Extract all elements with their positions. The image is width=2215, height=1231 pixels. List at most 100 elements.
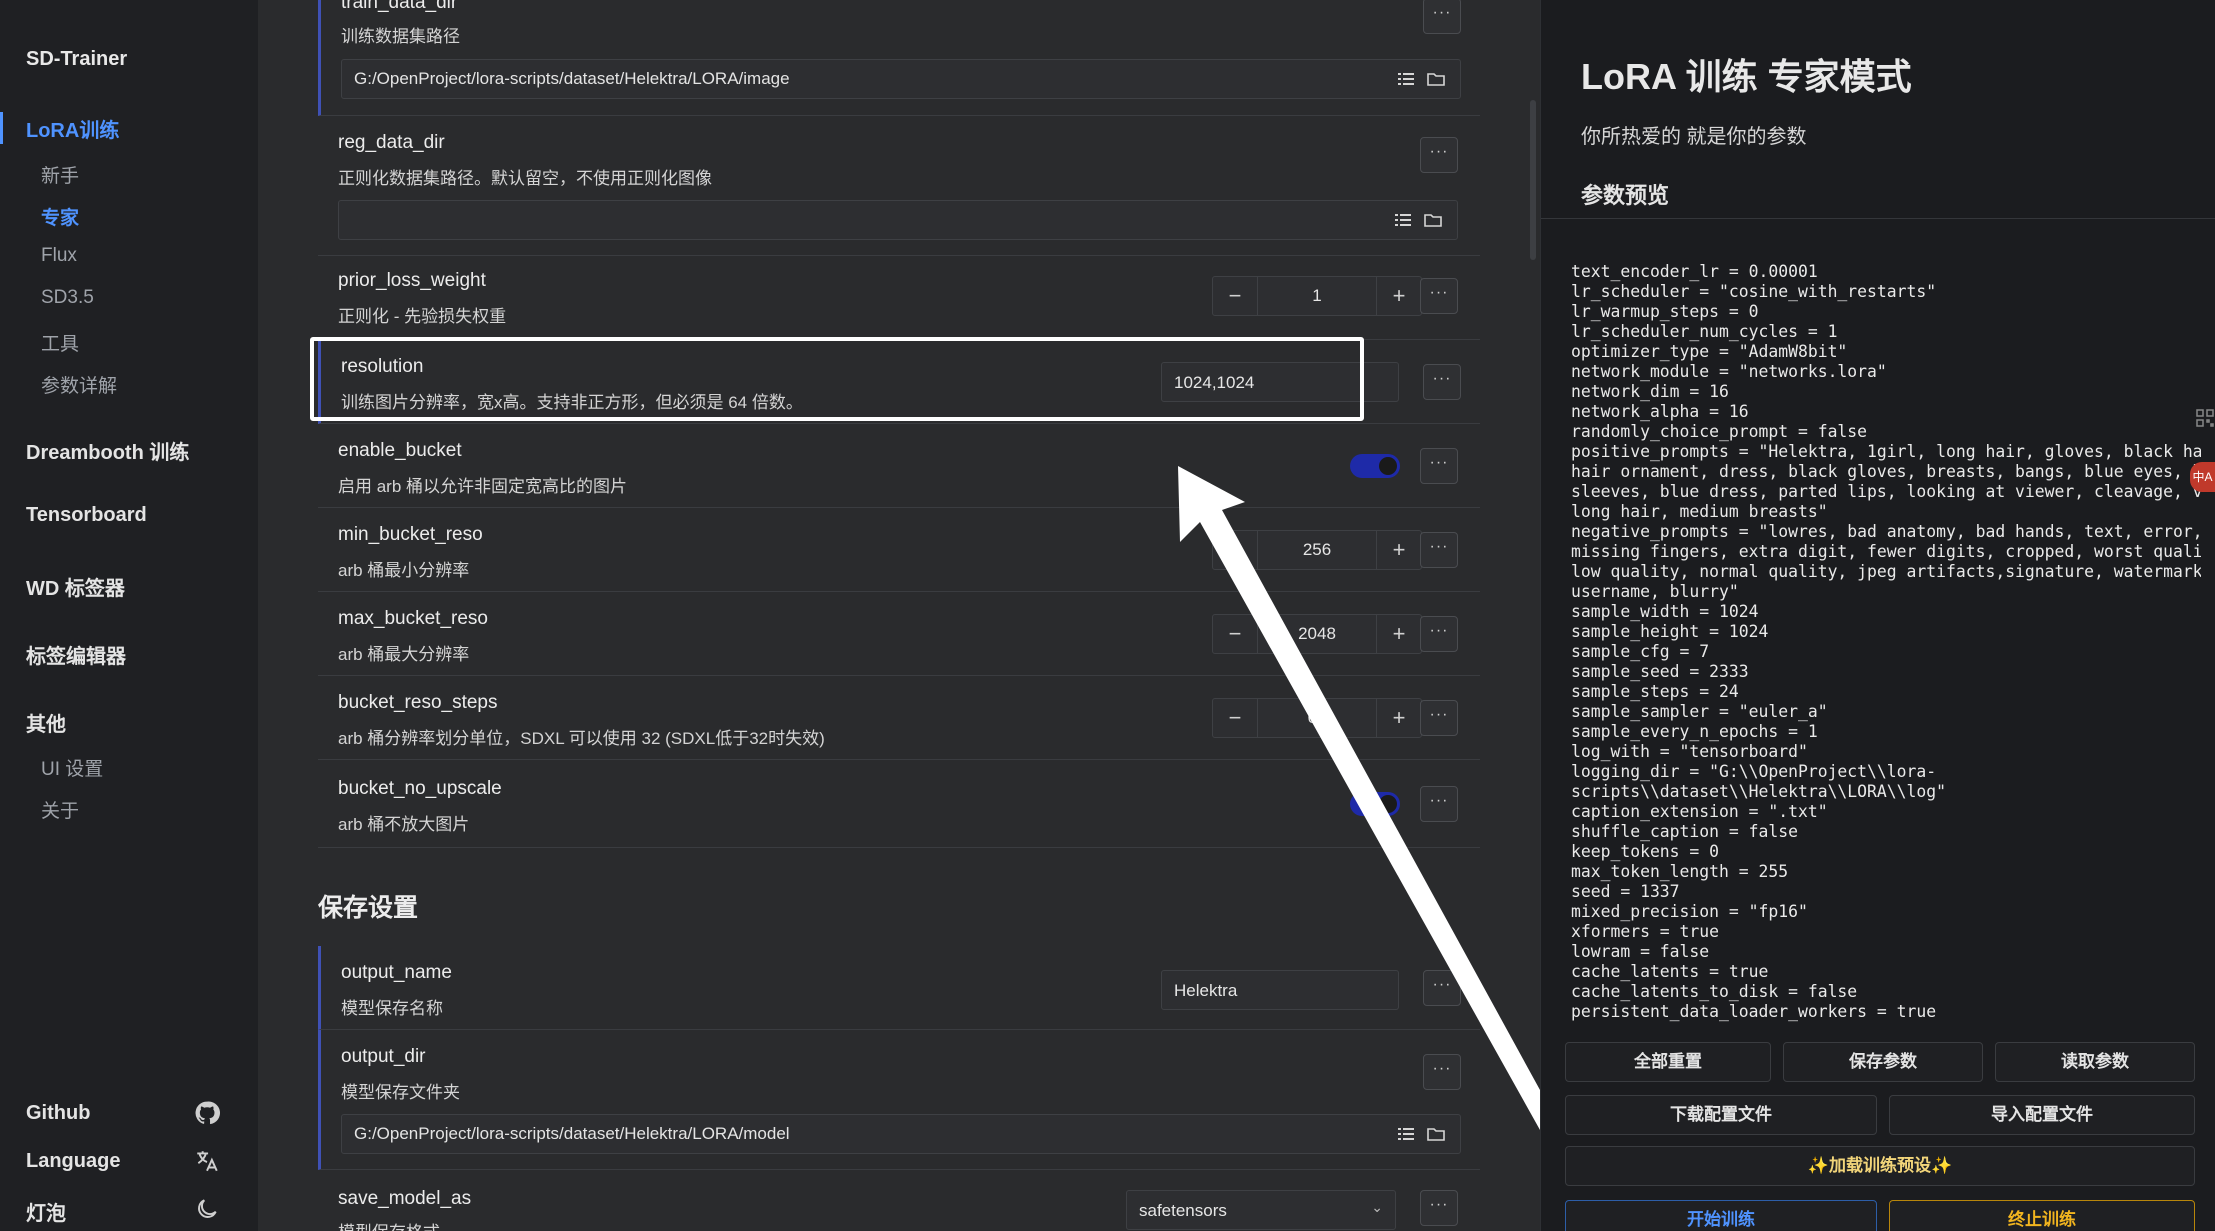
sidebar-subitem-about[interactable]: 关于 — [41, 796, 79, 823]
increment-button[interactable]: + — [1377, 615, 1421, 653]
setting-max-bucket-reso: max_bucket_reso arb 桶最大分辨率 − 2048 + ··· — [318, 592, 1480, 676]
path-value: G:/OpenProject/lora-scripts/dataset/Hele… — [354, 1124, 790, 1143]
path-value: G:/OpenProject/lora-scripts/dataset/Hele… — [354, 69, 790, 88]
setting-desc: 启用 arb 桶以允许非固定宽高比的图片 — [338, 477, 628, 496]
setting-save-model-as: save_model_as 模型保存格式 safetensors ⌄ ··· — [318, 1170, 1480, 1231]
reset-all-button[interactable]: 全部重置 — [1565, 1042, 1771, 1082]
enable-bucket-toggle[interactable] — [1350, 454, 1400, 478]
highlight-annotation-box — [310, 337, 1364, 421]
setting-min-bucket-reso: min_bucket_reso arb 桶最小分辨率 − 256 + ··· — [318, 508, 1480, 592]
reg-data-dir-input[interactable] — [338, 200, 1458, 240]
decrement-button[interactable]: − — [1213, 615, 1257, 653]
folder-icon[interactable] — [1426, 69, 1446, 89]
active-indicator — [0, 112, 3, 144]
setting-reg-data-dir: reg_data_dir 正则化数据集路径。默认留空，不使用正则化图像 ··· — [318, 116, 1480, 256]
preview-line: sample_height = 1024 — [1571, 622, 1769, 641]
setting-name: reg_data_dir — [338, 132, 445, 153]
load-preset-button[interactable]: ✨加载训练预设✨ — [1565, 1146, 2195, 1186]
sidebar-subitem-params[interactable]: 参数详解 — [41, 371, 117, 398]
download-config-button[interactable]: 下载配置文件 — [1565, 1095, 1877, 1135]
setting-desc: arb 桶最小分辨率 — [338, 561, 470, 580]
brand-title[interactable]: SD-Trainer — [26, 48, 127, 71]
more-button[interactable]: ··· — [1423, 1054, 1461, 1090]
folder-icon[interactable] — [1426, 1124, 1446, 1144]
qr-code-icon[interactable] — [2195, 408, 2215, 428]
stop-training-button[interactable]: 终止训练 — [1889, 1200, 2195, 1231]
train-data-dir-input[interactable]: G:/OpenProject/lora-scripts/dataset/Hele… — [341, 59, 1461, 99]
params-preview[interactable]: text_encoder_lr = 0.00001 lr_scheduler = … — [1571, 262, 2201, 1022]
preview-line: low quality, normal quality, jpeg artifa… — [1571, 562, 2201, 581]
preview-line: sample_width = 1024 — [1571, 602, 1759, 621]
more-button[interactable]: ··· — [1423, 364, 1461, 400]
sidebar-item-dreambooth[interactable]: Dreambooth 训练 — [26, 436, 189, 465]
setting-desc: arb 桶最大分辨率 — [338, 645, 470, 664]
more-button[interactable]: ··· — [1420, 616, 1458, 652]
save-params-button[interactable]: 保存参数 — [1783, 1042, 1983, 1082]
stepper-value[interactable]: 256 — [1257, 531, 1377, 569]
output-dir-input[interactable]: G:/OpenProject/lora-scripts/dataset/Hele… — [341, 1114, 1461, 1154]
sidebar-item-lora[interactable]: LoRA训练 — [26, 114, 119, 143]
preview-line: optimizer_type = "AdamW8bit" — [1571, 342, 1848, 361]
main-scrollbar[interactable] — [1530, 100, 1536, 260]
sidebar-item-wd-tagger[interactable]: WD 标签器 — [26, 572, 125, 601]
setting-name: output_dir — [341, 1046, 426, 1067]
translate-badge[interactable]: 中A — [2190, 462, 2215, 492]
preview-line: negative_prompts = "lowres, bad anatomy,… — [1571, 522, 2201, 541]
sidebar-item-tensorboard[interactable]: Tensorboard — [26, 504, 147, 527]
panel-divider — [1541, 218, 2215, 219]
list-icon[interactable] — [1396, 69, 1416, 89]
setting-name: bucket_no_upscale — [338, 778, 502, 799]
output-name-input[interactable]: Helektra — [1161, 970, 1399, 1010]
decrement-button[interactable]: − — [1213, 531, 1257, 569]
sidebar-subitem-beginner[interactable]: 新手 — [41, 161, 79, 188]
stepper-value[interactable]: 2048 — [1257, 615, 1377, 653]
more-button[interactable]: ··· — [1420, 448, 1458, 484]
sidebar-subitem-ui-settings[interactable]: UI 设置 — [41, 754, 103, 781]
increment-button[interactable]: + — [1377, 699, 1421, 737]
more-button[interactable]: ··· — [1420, 532, 1458, 568]
prior-loss-weight-stepper[interactable]: − 1 + — [1212, 276, 1422, 316]
decrement-button[interactable]: − — [1213, 277, 1257, 315]
decrement-button[interactable]: − — [1213, 699, 1257, 737]
sidebar-item-other[interactable]: 其他 — [26, 708, 66, 737]
theme-toggle-label[interactable]: 灯泡 — [26, 1197, 66, 1226]
github-link[interactable]: Github — [26, 1102, 90, 1125]
increment-button[interactable]: + — [1377, 531, 1421, 569]
min-bucket-reso-stepper[interactable]: − 256 + — [1212, 530, 1422, 570]
preview-line: hair ornament, dress, black gloves, brea… — [1571, 462, 2201, 481]
import-config-button[interactable]: 导入配置文件 — [1889, 1095, 2195, 1135]
start-training-button[interactable]: 开始训练 — [1565, 1200, 1877, 1231]
more-button[interactable]: ··· — [1420, 278, 1458, 314]
more-button[interactable]: ··· — [1420, 137, 1458, 173]
save-model-as-select[interactable]: safetensors ⌄ — [1126, 1190, 1396, 1230]
load-params-button[interactable]: 读取参数 — [1995, 1042, 2195, 1082]
moon-icon[interactable] — [194, 1196, 220, 1222]
bucket-reso-steps-stepper[interactable]: − 64 + — [1212, 698, 1422, 738]
language-link[interactable]: Language — [26, 1150, 120, 1173]
preview-line: randomly_choice_prompt = false — [1571, 422, 1868, 441]
more-button[interactable]: ··· — [1420, 786, 1458, 822]
list-icon[interactable] — [1396, 1124, 1416, 1144]
list-icon[interactable] — [1393, 210, 1413, 230]
sidebar-subitem-tools[interactable]: 工具 — [41, 329, 79, 356]
sidebar-subitem-sd35[interactable]: SD3.5 — [41, 287, 94, 309]
more-button[interactable]: ··· — [1423, 0, 1461, 34]
more-button[interactable]: ··· — [1420, 1190, 1458, 1226]
preview-line: seed = 1337 — [1571, 882, 1680, 901]
sidebar-item-tag-editor[interactable]: 标签编辑器 — [26, 640, 126, 669]
stepper-value[interactable]: 1 — [1257, 277, 1377, 315]
setting-name: enable_bucket — [338, 440, 462, 461]
more-button[interactable]: ··· — [1420, 700, 1458, 736]
bucket-no-upscale-toggle[interactable] — [1350, 792, 1400, 816]
preview-line: lr_warmup_steps = 0 — [1571, 302, 1759, 321]
stepper-value[interactable]: 64 — [1257, 699, 1377, 737]
preview-line: network_module = "networks.lora" — [1571, 362, 1887, 381]
more-button[interactable]: ··· — [1423, 970, 1461, 1006]
translate-icon[interactable] — [194, 1148, 220, 1174]
max-bucket-reso-stepper[interactable]: − 2048 + — [1212, 614, 1422, 654]
increment-button[interactable]: + — [1377, 277, 1421, 315]
sidebar-subitem-flux[interactable]: Flux — [41, 245, 77, 267]
sidebar-subitem-expert[interactable]: 专家 — [41, 203, 79, 230]
github-icon[interactable] — [194, 1100, 220, 1126]
folder-icon[interactable] — [1423, 210, 1443, 230]
